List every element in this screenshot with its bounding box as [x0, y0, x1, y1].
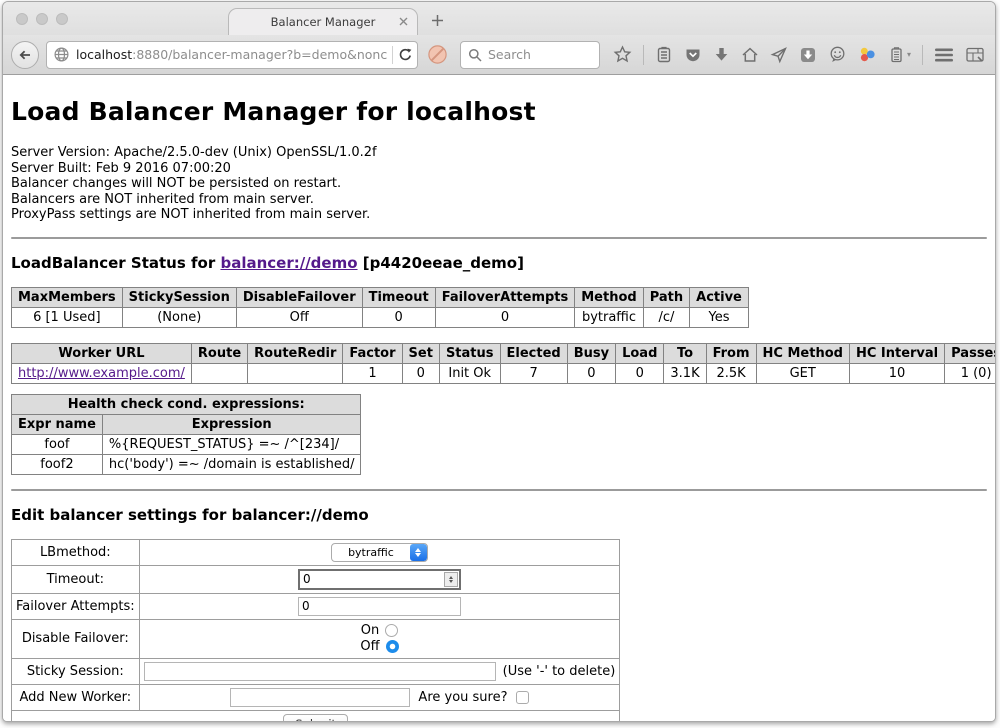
balancer-status-table: MaxMembers StickySession DisableFailover…: [11, 287, 749, 328]
search-icon: [468, 48, 482, 62]
table-row: 6 [1 Used] (None) Off 0 0 bytraffic /c/ …: [12, 307, 749, 327]
failover-off-radio[interactable]: [386, 640, 399, 653]
navigation-toolbar: localhost:8880/balancer-manager?b=demo&n…: [3, 35, 995, 75]
persist-notice-line: Balancer changes will NOT be persisted o…: [11, 176, 987, 192]
tab-balancer-manager[interactable]: Balancer Manager: [228, 8, 418, 35]
tab-groups-icon[interactable]: [965, 46, 985, 64]
submit-button[interactable]: Submit: [283, 714, 348, 721]
page-title: Load Balancer Manager for localhost: [11, 75, 987, 126]
minimize-window-button[interactable]: [36, 13, 48, 25]
new-tab-button[interactable]: [431, 14, 444, 27]
timeout-row: Timeout: 0: [12, 565, 620, 593]
submit-row: Submit: [12, 710, 620, 721]
dropdown-caret-icon[interactable]: ▾: [907, 50, 911, 59]
health-row: foof2 hc('body') =~ /domain is establish…: [12, 454, 361, 474]
table-header-row: MaxMembers StickySession DisableFailover…: [12, 287, 749, 307]
lbmethod-select[interactable]: bytraffic: [331, 543, 428, 562]
number-spinner-icon[interactable]: [444, 572, 458, 587]
server-info: Server Version: Apache/2.5.0-dev (Unix) …: [11, 145, 987, 223]
close-window-button[interactable]: [16, 13, 28, 25]
add-worker-input[interactable]: [230, 688, 410, 707]
menu-hamburger-icon[interactable]: [934, 47, 954, 63]
sticky-session-hint: (Use '-' to delete): [503, 664, 616, 679]
add-worker-label: Add New Worker:: [12, 684, 140, 710]
table-caption-row: Health check cond. expressions:: [12, 394, 361, 414]
search-placeholder: Search: [488, 47, 531, 62]
toolbar-icons: ▾: [613, 45, 987, 65]
are-you-sure-checkbox[interactable]: [516, 691, 529, 704]
sticky-session-row: Sticky Session: (Use '-' to delete): [12, 658, 620, 684]
radio-on-label: On: [361, 623, 379, 639]
worker-url-link[interactable]: http://www.example.com/: [18, 366, 185, 381]
home-icon[interactable]: [741, 46, 759, 64]
search-bar[interactable]: Search: [460, 41, 600, 69]
pocket-icon[interactable]: [684, 46, 702, 64]
server-built-line: Server Built: Feb 9 2016 07:00:20: [11, 161, 987, 177]
balancer-settings-form: LBmethod: bytraffic Timeout: 0: [11, 539, 620, 721]
lbmethod-row: LBmethod: bytraffic: [12, 539, 620, 565]
timeout-label: Timeout:: [12, 565, 140, 593]
radio-off-label: Off: [360, 639, 379, 655]
edit-settings-heading: Edit balancer settings for balancer://de…: [11, 506, 987, 524]
site-identity-globe-icon[interactable]: [53, 46, 70, 63]
back-button[interactable]: [11, 41, 39, 69]
proxypass-notice-line: ProxyPass settings are NOT inherited fro…: [11, 207, 987, 223]
tab-title: Balancer Manager: [271, 15, 376, 29]
divider: [11, 489, 987, 491]
disable-failover-row: Disable Failover: On Off: [12, 619, 620, 658]
feedback-smiley-icon[interactable]: [828, 45, 847, 64]
failover-on-radio[interactable]: [385, 624, 398, 637]
table-header-row: Worker URL Route RouteRedir Factor Set S…: [12, 343, 996, 363]
worker-table: Worker URL Route RouteRedir Factor Set S…: [11, 343, 995, 384]
window-controls[interactable]: [16, 13, 68, 25]
addon-download-icon[interactable]: [799, 46, 817, 64]
server-version-line: Server Version: Apache/2.5.0-dev (Unix) …: [11, 145, 987, 161]
divider: [11, 237, 987, 239]
inherit-notice-line: Balancers are NOT inherited from main se…: [11, 192, 987, 208]
health-row: foof %{REQUEST_STATUS} =~ /^[234]/: [12, 434, 361, 454]
status-heading: LoadBalancer Status for balancer://demo …: [11, 254, 987, 272]
page-content: Load Balancer Manager for localhost Serv…: [3, 75, 995, 721]
url-bar[interactable]: localhost:8880/balancer-manager?b=demo&n…: [46, 41, 418, 69]
failover-attempts-label: Failover Attempts:: [12, 593, 140, 619]
downloads-icon[interactable]: [713, 46, 730, 63]
worker-row: http://www.example.com/ 1 0 Init Ok 7 0 …: [12, 363, 996, 383]
failover-attempts-input[interactable]: 0: [298, 597, 461, 616]
tab-close-icon[interactable]: [399, 17, 408, 26]
video-downloadhelper-icon[interactable]: [858, 45, 877, 64]
url-domain: localhost: [76, 47, 132, 62]
browser-window: Balancer Manager localhost:8880/balancer…: [2, 1, 996, 722]
bookmark-star-icon[interactable]: [613, 45, 632, 64]
sticky-session-label: Sticky Session:: [12, 658, 140, 684]
health-check-table: Health check cond. expressions: Expr nam…: [11, 394, 361, 475]
url-path: :8880/balancer-manager?b=demo&nonce=decc…: [132, 47, 387, 62]
reload-icon[interactable]: [398, 47, 413, 62]
disable-failover-label: Disable Failover:: [12, 619, 140, 658]
share-plane-icon[interactable]: [770, 46, 788, 64]
bookmarks-list-icon[interactable]: [655, 46, 673, 64]
content-blocker-icon[interactable]: [427, 44, 448, 65]
titlebar: Balancer Manager: [3, 2, 995, 35]
lbmethod-label: LBmethod:: [12, 539, 140, 565]
table-header-row: Expr name Expression: [12, 414, 361, 434]
timeout-input[interactable]: 0: [298, 569, 461, 590]
select-stepper-icon: [410, 544, 427, 561]
url-text[interactable]: localhost:8880/balancer-manager?b=demo&n…: [76, 47, 387, 62]
add-worker-row: Add New Worker: Are you sure?: [12, 684, 620, 710]
session-manager-icon[interactable]: ▾: [888, 46, 911, 64]
failover-attempts-row: Failover Attempts: 0: [12, 593, 620, 619]
sticky-session-input[interactable]: [144, 662, 496, 681]
are-you-sure-label: Are you sure?: [418, 690, 507, 705]
balancer-demo-link[interactable]: balancer://demo: [220, 254, 357, 272]
zoom-window-button[interactable]: [56, 13, 68, 25]
